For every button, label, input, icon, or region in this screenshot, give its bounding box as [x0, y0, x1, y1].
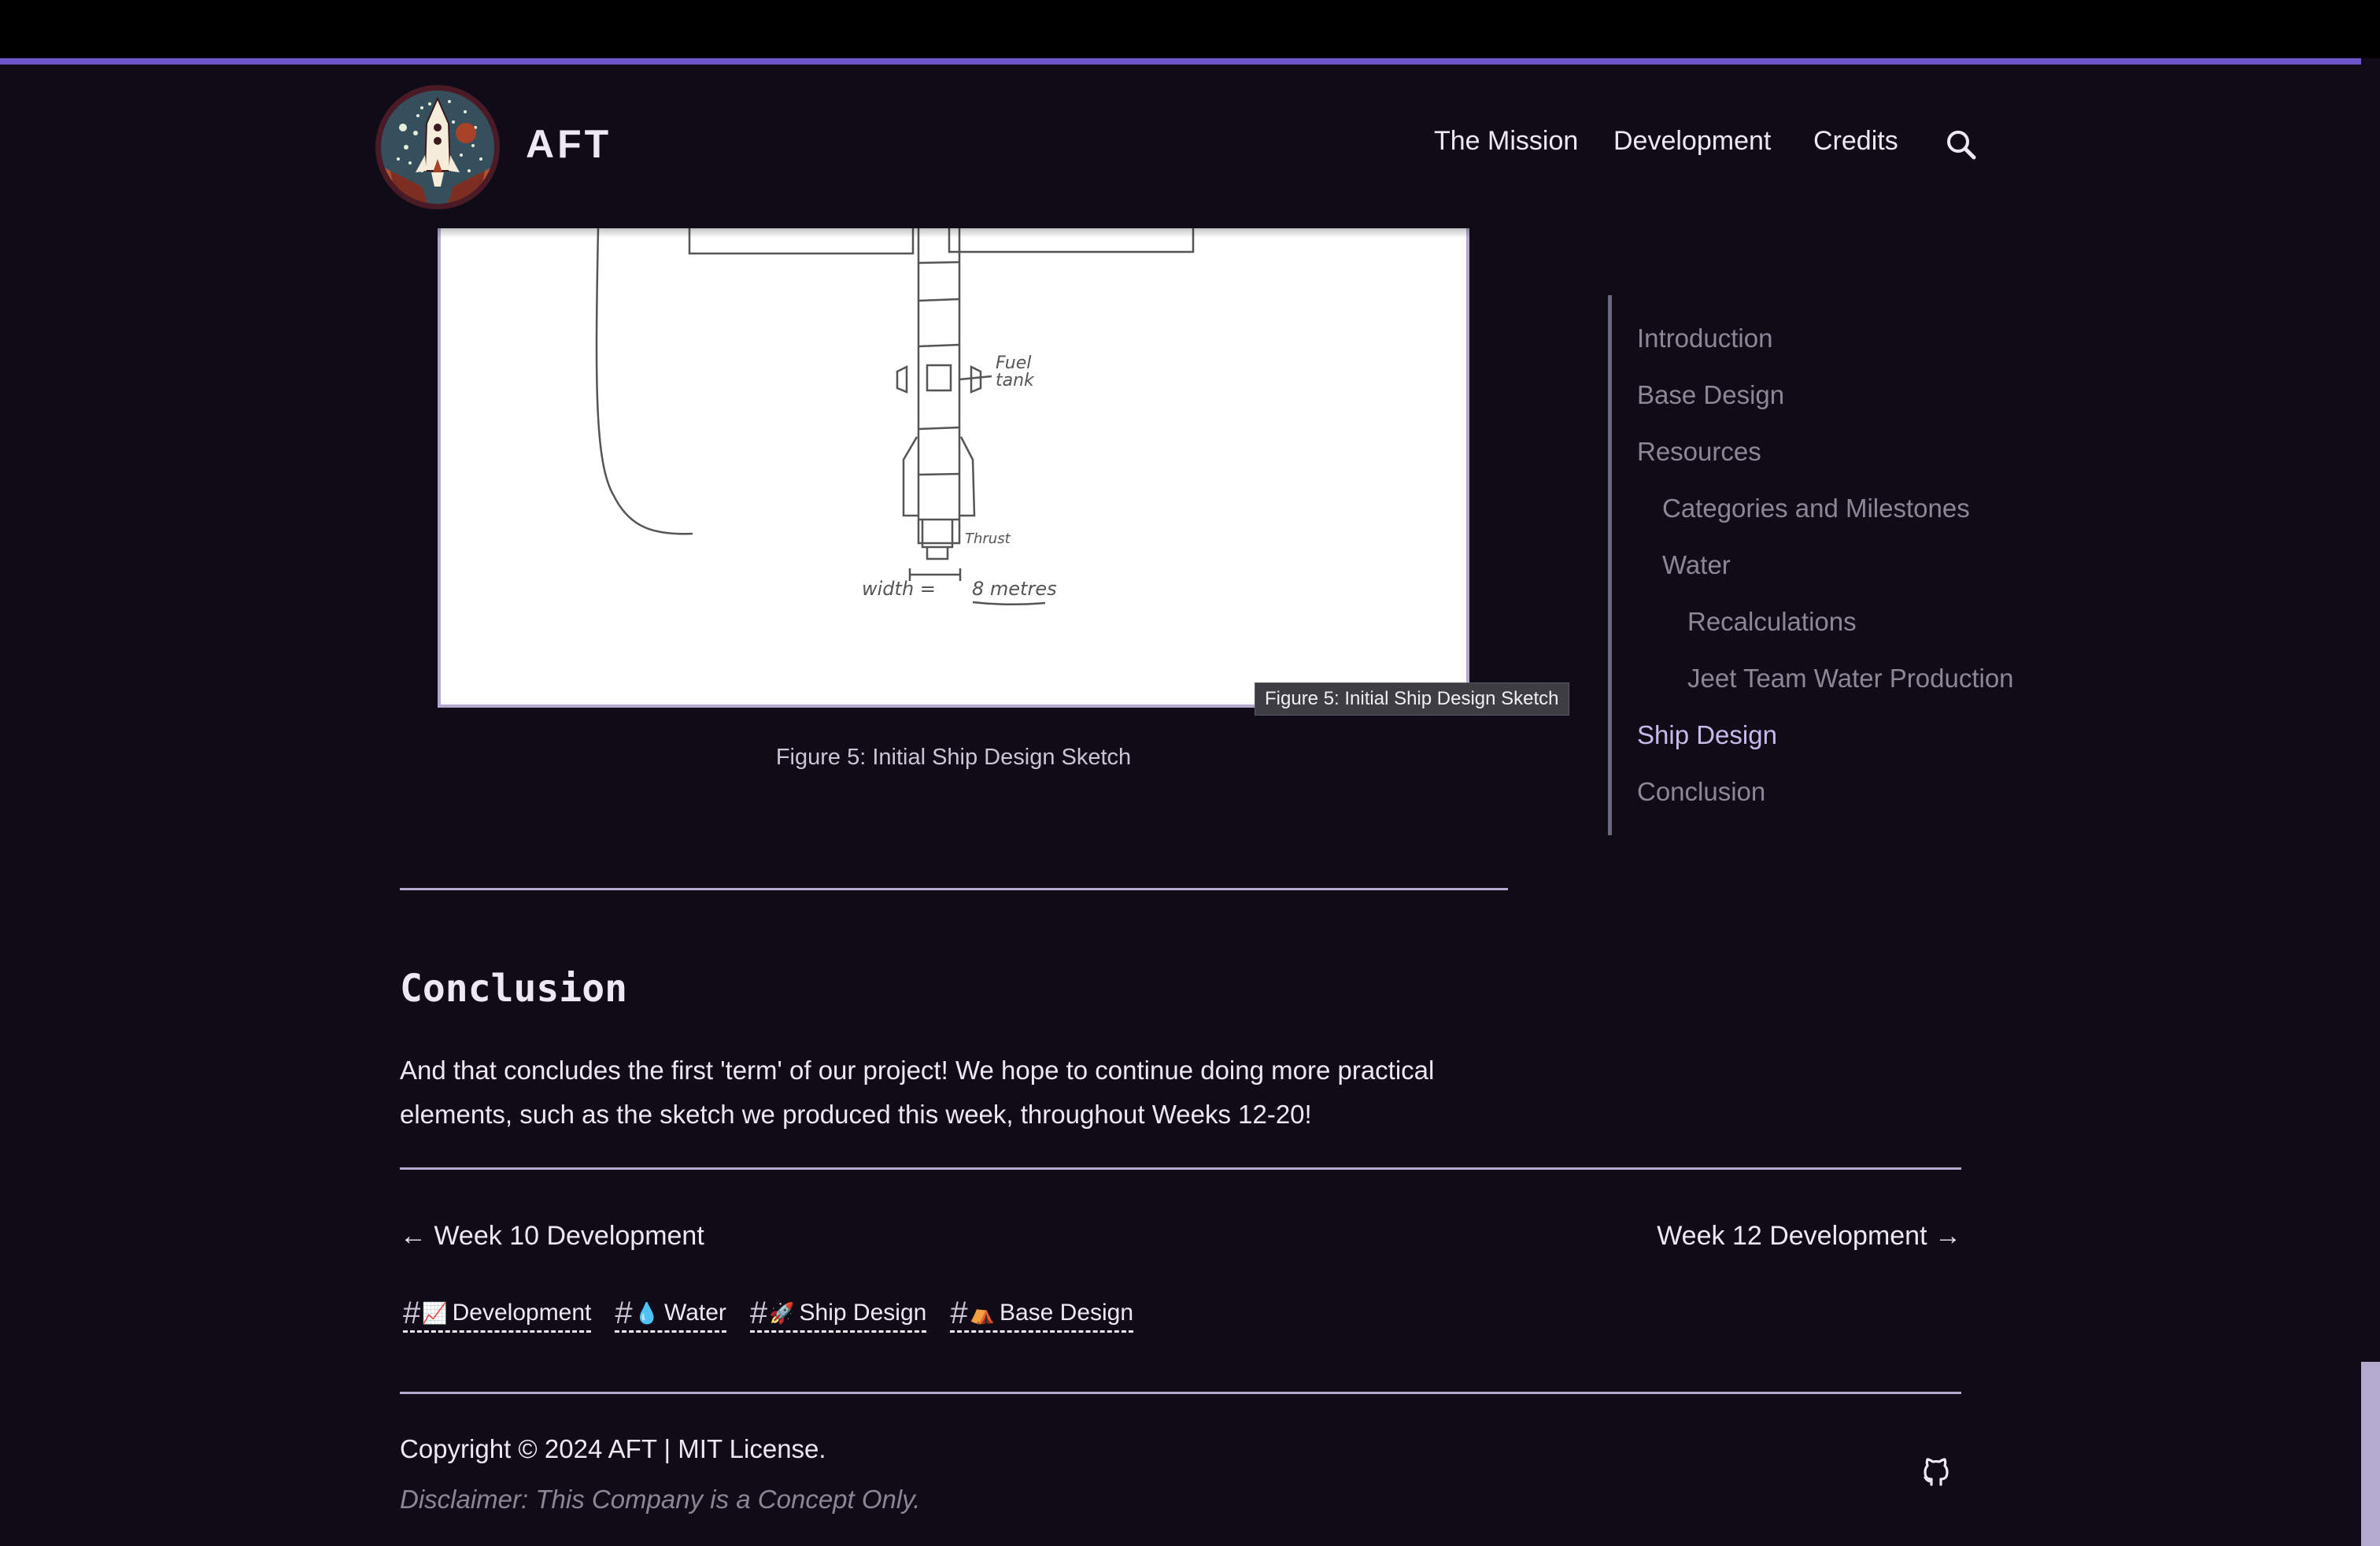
article-end-divider — [400, 1167, 1961, 1170]
tent-icon: ⛺ — [969, 1300, 995, 1325]
page-scrollbar-thumb[interactable] — [2361, 1362, 2380, 1546]
next-post-link[interactable]: Week 12 Development → — [1657, 1221, 1961, 1252]
nav-credits[interactable]: Credits — [1813, 126, 1898, 157]
tag-development[interactable]: # 📈 Development — [403, 1296, 592, 1333]
brand-name: AFT — [526, 122, 612, 166]
toc-base-design[interactable]: Base Design — [1637, 380, 1784, 410]
toc-resources[interactable]: Resources — [1637, 437, 1761, 467]
hash-icon: # — [615, 1296, 633, 1330]
conclusion-heading: Conclusion — [400, 967, 627, 1011]
rocket-icon: 🚀 — [769, 1300, 795, 1325]
sketch-label-metres: 8 metres — [972, 578, 1057, 600]
sketch-label-tank: tank — [996, 371, 1035, 390]
site-header: AFT The Mission Development Credits — [0, 65, 2361, 238]
toc-categories-and-milestones[interactable]: Categories and Milestones — [1662, 494, 1970, 523]
tag-base-design[interactable]: # ⛺ Base Design — [950, 1296, 1134, 1333]
sketch-label-width: width = — [862, 578, 936, 600]
nav-development[interactable]: Development — [1613, 126, 1771, 157]
github-link[interactable] — [1917, 1453, 1955, 1491]
hash-icon: # — [403, 1296, 421, 1330]
tag-label: Ship Design — [799, 1300, 927, 1326]
rocket-logo-icon — [375, 85, 500, 209]
ship-design-sketch-image: Fuel tank Thrust width = 8 metres — [438, 228, 1469, 708]
toc-water[interactable]: Water — [1662, 550, 1731, 580]
copyright-text: Copyright © 2024 AFT | MIT License. — [400, 1434, 826, 1463]
tag-label: Base Design — [999, 1300, 1134, 1326]
toc-jeet-team-water-production[interactable]: Jeet Team Water Production — [1687, 664, 2014, 693]
tag-ship-design[interactable]: # 🚀 Ship Design — [749, 1296, 927, 1333]
sketch-right-fin — [959, 436, 976, 517]
hash-icon: # — [950, 1296, 968, 1330]
footer-divider — [400, 1392, 1961, 1394]
prev-post-link[interactable]: ← Week 10 Development — [400, 1221, 704, 1252]
sketch-left-curve — [595, 228, 693, 535]
sketch-thruster — [926, 547, 949, 560]
search-icon — [1947, 131, 1976, 160]
table-of-contents: Introduction Base Design Resources Categ… — [1608, 295, 2084, 835]
sketch-left-fin — [902, 436, 918, 517]
github-icon — [1924, 1458, 1949, 1486]
figure-caption: Figure 5: Initial Ship Design Sketch — [775, 745, 1132, 770]
sketch-central-column — [917, 228, 961, 545]
tag-label: Water — [664, 1300, 726, 1326]
toc-introduction[interactable]: Introduction — [1637, 324, 1772, 353]
nav-the-mission[interactable]: The Mission — [1434, 126, 1578, 157]
toc-recalculations[interactable]: Recalculations — [1687, 607, 1857, 637]
hash-icon: # — [749, 1296, 768, 1330]
chart-increasing-icon: 📈 — [422, 1300, 448, 1325]
accent-bar — [0, 58, 2361, 65]
image-tooltip: Figure 5: Initial Ship Design Sketch — [1255, 682, 1569, 716]
browser-top-band — [0, 0, 2380, 58]
toc-conclusion[interactable]: Conclusion — [1637, 777, 1765, 807]
sketch-drawing: Fuel tank Thrust width = 8 metres — [595, 228, 1195, 606]
toc-ship-design[interactable]: Ship Design — [1637, 720, 1777, 750]
sketch-fuel-tank — [926, 364, 952, 392]
site-logo[interactable] — [375, 84, 501, 210]
search-button[interactable] — [1944, 128, 1979, 162]
section-divider — [400, 888, 1508, 890]
sketch-label-thrust: Thrust — [965, 531, 1011, 547]
conclusion-paragraph: And that concludes the first 'term' of o… — [400, 1056, 1435, 1129]
tag-label: Development — [452, 1300, 592, 1326]
disclaimer-text: Disclaimer: This Company is a Concept On… — [400, 1485, 921, 1514]
tag-list: # 📈 Development # 💧 Water # 🚀 Ship Desig… — [403, 1296, 1134, 1333]
droplet-icon: 💧 — [634, 1300, 660, 1325]
tag-water[interactable]: # 💧 Water — [615, 1297, 726, 1333]
